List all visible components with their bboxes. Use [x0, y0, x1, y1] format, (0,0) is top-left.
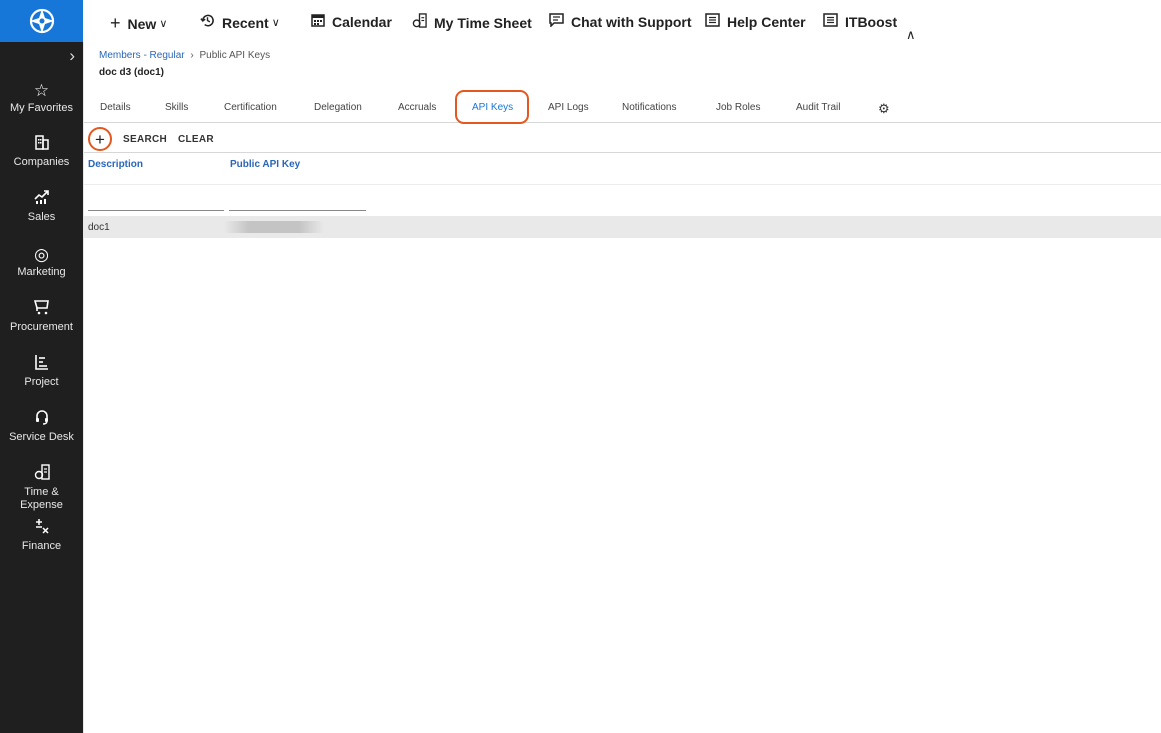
description-cell: doc1 — [88, 222, 110, 233]
column-header-description[interactable]: Description — [88, 159, 143, 170]
tab-api-logs[interactable]: API Logs — [548, 102, 589, 113]
top-navigation-bar: + New ∨ Recent ∨ Calendar My Time Sheet … — [83, 0, 1161, 42]
itboost-doc-icon — [823, 13, 838, 31]
sidebar-item-service-desk[interactable]: Service Desk — [0, 409, 83, 444]
cart-icon — [0, 299, 83, 321]
help-center-button[interactable]: Help Center — [705, 13, 806, 31]
chat-icon — [549, 13, 564, 31]
sidebar-item-marketing[interactable]: ◎ Marketing — [0, 244, 83, 279]
star-icon: ☆ — [33, 81, 50, 100]
public-api-key-filter-input[interactable] — [229, 194, 366, 211]
breadcrumb-parent-link[interactable]: Members - Regular — [99, 50, 185, 61]
tab-bar: Details Skills Certification Delegation … — [84, 92, 1161, 123]
tab-certification[interactable]: Certification — [224, 102, 277, 113]
new-menu-button[interactable]: + New ∨ — [110, 13, 167, 34]
chevron-down-icon: ∨ — [159, 18, 168, 30]
header-divider — [84, 184, 1161, 185]
add-button[interactable]: + — [88, 127, 112, 151]
breadcrumb-current: Public API Keys — [199, 50, 271, 61]
tab-details[interactable]: Details — [100, 102, 131, 113]
breadcrumb: Members - Regular › Public API Keys — [99, 50, 270, 61]
headset-icon — [0, 409, 83, 431]
calendar-button[interactable]: Calendar — [311, 13, 392, 31]
my-time-sheet-button[interactable]: My Time Sheet — [412, 13, 532, 32]
sidebar-item-finance[interactable]: Finance — [0, 518, 83, 553]
column-header-public-api-key[interactable]: Public API Key — [230, 159, 300, 170]
calendar-icon — [311, 13, 325, 31]
public-api-key-cell-redacted — [224, 221, 324, 233]
tab-notifications[interactable]: Notifications — [622, 102, 676, 113]
sales-chart-icon — [0, 189, 83, 211]
tab-skills[interactable]: Skills — [165, 102, 188, 113]
collapse-chevron-up-icon[interactable]: ∧ — [906, 27, 916, 43]
sidebar-item-sales[interactable]: Sales — [0, 189, 83, 224]
finance-icon — [0, 518, 83, 540]
sidebar-item-procurement[interactable]: Procurement — [0, 299, 83, 334]
main-content: Members - Regular › Public API Keys doc … — [83, 42, 1161, 733]
plus-icon: + — [95, 129, 105, 149]
clear-button[interactable]: CLEAR — [178, 134, 214, 145]
recent-menu-button[interactable]: Recent ∨ — [200, 13, 280, 32]
timesheet-icon — [412, 13, 427, 32]
building-icon — [0, 134, 83, 156]
history-icon — [200, 13, 215, 32]
chat-with-support-button[interactable]: Chat with Support — [549, 13, 692, 31]
tab-job-roles[interactable]: Job Roles — [716, 102, 760, 113]
compass-logo-icon — [29, 8, 54, 34]
help-doc-icon — [705, 13, 720, 31]
sidebar-item-companies[interactable]: Companies — [0, 134, 83, 169]
itboost-button[interactable]: ITBoost — [823, 13, 897, 31]
sidebar-item-project[interactable]: Project — [0, 354, 83, 389]
sidebar-expand-chevron-icon[interactable]: › — [69, 46, 75, 66]
tab-audit-trail[interactable]: Audit Trail — [796, 102, 840, 113]
page-title: doc d3 (doc1) — [99, 67, 165, 78]
tab-accruals[interactable]: Accruals — [398, 102, 436, 113]
list-toolbar: + SEARCH CLEAR — [84, 127, 1161, 153]
active-tab-highlight — [455, 90, 529, 124]
description-filter-input[interactable] — [88, 194, 224, 211]
chevron-down-icon: ∨ — [271, 17, 280, 29]
sidebar-item-my-favorites[interactable]: ☆ My Favorites — [0, 80, 83, 115]
target-icon: ◎ — [34, 245, 49, 264]
search-button[interactable]: SEARCH — [123, 134, 167, 145]
tab-delegation[interactable]: Delegation — [314, 102, 362, 113]
sidebar: › ☆ My Favorites Companies Sales ◎ Marke… — [0, 0, 83, 733]
table-row[interactable]: doc1 — [84, 216, 1161, 238]
project-icon — [0, 354, 83, 376]
app-logo[interactable] — [0, 0, 83, 42]
gear-icon[interactable]: ⚙ — [878, 101, 890, 117]
sidebar-item-time-expense[interactable]: Time & Expense — [0, 464, 83, 512]
time-expense-icon — [0, 464, 83, 486]
chevron-right-icon: › — [190, 50, 194, 61]
plus-icon: + — [110, 13, 121, 33]
